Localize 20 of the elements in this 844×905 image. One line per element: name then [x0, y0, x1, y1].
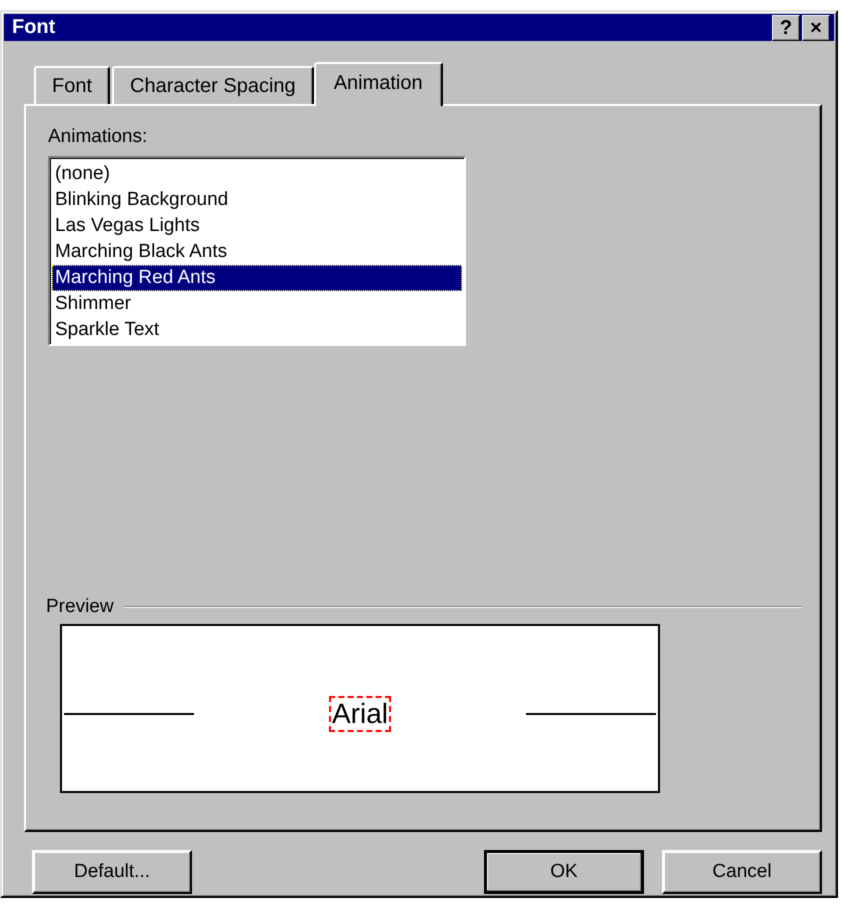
animations-label: Animations: [48, 126, 148, 148]
list-item[interactable]: Las Vegas Lights [52, 213, 462, 239]
close-button[interactable]: × [802, 14, 830, 40]
dialog-button[interactable]: OK [484, 850, 644, 894]
dialog-button[interactable]: Cancel [662, 850, 822, 894]
tab[interactable]: Character Spacing [112, 66, 314, 104]
sample-text: Arial [328, 696, 391, 732]
help-button[interactable]: ? [772, 14, 800, 40]
dialog-button[interactable]: Default... [32, 850, 192, 894]
list-item[interactable]: Sparkle Text [52, 317, 462, 343]
tab[interactable]: Animation [314, 62, 443, 106]
list-item[interactable]: (none) [52, 161, 462, 187]
list-item[interactable]: Shimmer [52, 291, 462, 317]
preview-label: Preview [46, 596, 114, 618]
list-item[interactable]: Marching Black Ants [52, 239, 462, 265]
animations-list[interactable]: (none) Blinking Background Las Vegas Lights Marching Black Ants Marching Red Ants Shimmer Sparkle Text [48, 156, 466, 346]
window-title: Font [12, 16, 56, 39]
tab[interactable]: Font [34, 66, 110, 104]
list-item[interactable]: Blinking Background [52, 187, 462, 213]
list-item[interactable]: Marching Red Ants [52, 265, 462, 291]
